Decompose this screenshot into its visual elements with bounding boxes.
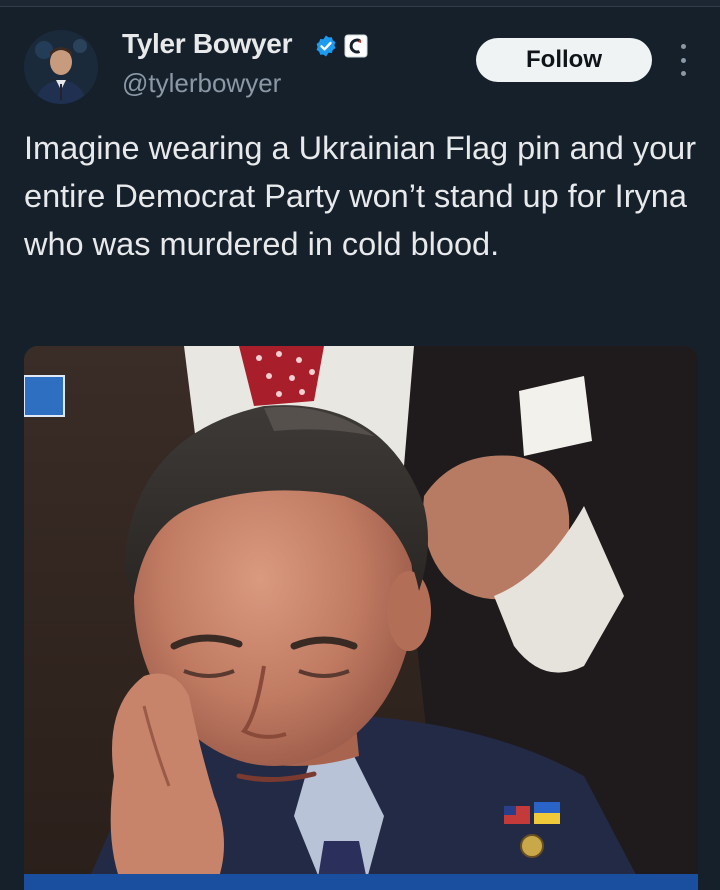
avatar[interactable] bbox=[24, 30, 98, 104]
verified-icon bbox=[316, 35, 336, 57]
author-handle[interactable]: @tylerbowyer bbox=[122, 68, 281, 99]
author-name[interactable]: Tyler Bowyer bbox=[122, 28, 292, 60]
tweet-media-photo[interactable] bbox=[24, 346, 698, 890]
follow-button[interactable]: Follow bbox=[476, 38, 652, 82]
top-divider bbox=[0, 0, 720, 7]
author-badges bbox=[314, 34, 368, 58]
affiliate-badge-icon[interactable] bbox=[344, 34, 368, 58]
more-options-icon[interactable] bbox=[676, 44, 690, 76]
tweet-text: Imagine wearing a Ukrainian Flag pin and… bbox=[24, 130, 697, 262]
